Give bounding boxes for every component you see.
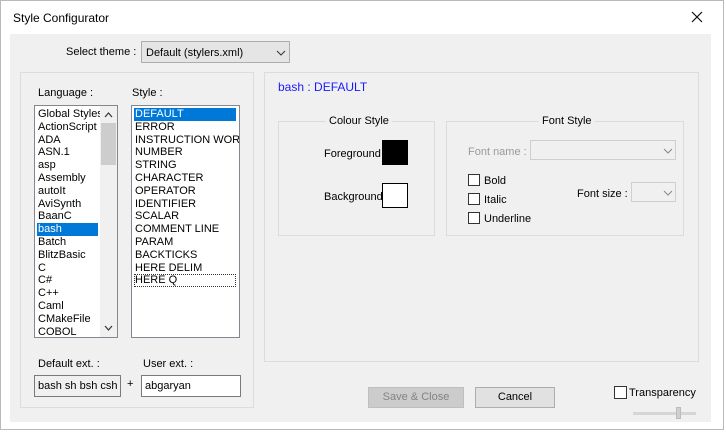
bold-checkbox[interactable] — [468, 174, 480, 186]
language-item[interactable]: Batch — [37, 236, 98, 249]
language-scrollbar[interactable] — [100, 106, 117, 337]
style-item[interactable]: HERE DELIM — [134, 262, 236, 275]
language-item[interactable]: BaanC — [37, 210, 98, 223]
panel-title: bash : DEFAULT — [278, 80, 368, 94]
chevron-down-icon — [663, 148, 673, 154]
style-list[interactable]: DEFAULT ERROR INSTRUCTION WORD NUMBER STRING… — [131, 105, 240, 338]
language-item[interactable]: C# — [37, 274, 98, 287]
style-item[interactable]: SCALAR — [134, 210, 236, 223]
transparency-checkbox[interactable] — [614, 386, 627, 399]
default-ext-label: Default ext. : — [38, 358, 100, 370]
language-item[interactable]: CMakeFile — [37, 313, 98, 326]
language-item[interactable]: Caml — [37, 300, 98, 313]
theme-dropdown-value: Default (stylers.xml) — [146, 47, 244, 59]
language-label: Language : — [38, 87, 94, 99]
font-name-label: Font name : — [468, 146, 527, 158]
style-item[interactable]: STRING — [134, 159, 236, 172]
transparency-slider-thumb[interactable] — [676, 407, 681, 419]
language-item[interactable]: asp — [37, 159, 98, 172]
font-name-dropdown[interactable] — [530, 140, 676, 160]
window-title: Style Configurator — [13, 11, 110, 25]
language-item[interactable]: ASN.1 — [37, 146, 98, 159]
style-item[interactable]: DEFAULT — [134, 108, 236, 121]
language-item[interactable]: ActionScript — [37, 121, 98, 134]
colour-style-title: Colour Style — [326, 115, 392, 127]
font-style-group — [446, 121, 684, 236]
language-scroll-thumb[interactable] — [101, 123, 116, 165]
transparency-slider-track[interactable] — [633, 412, 696, 415]
underline-label: Underline — [484, 213, 532, 225]
language-item[interactable]: autoIt — [37, 185, 98, 198]
theme-dropdown[interactable]: Default (stylers.xml) — [141, 41, 290, 63]
colour-style-group — [278, 121, 435, 236]
foreground-color-swatch[interactable] — [382, 140, 408, 165]
style-item[interactable]: NUMBER — [134, 146, 236, 159]
font-style-title: Font Style — [539, 115, 595, 127]
language-item[interactable]: Global Styles — [37, 108, 103, 121]
style-item[interactable]: ERROR — [134, 121, 236, 134]
background-label: Background — [324, 191, 383, 203]
background-color-swatch[interactable] — [382, 183, 408, 208]
foreground-label: Foreground — [324, 148, 381, 160]
style-item[interactable]: BACKTICKS — [134, 249, 236, 262]
language-item[interactable]: C — [37, 262, 98, 275]
language-item[interactable]: Assembly — [37, 172, 98, 185]
close-icon[interactable] — [687, 7, 707, 27]
font-size-dropdown[interactable] — [631, 182, 676, 202]
style-item[interactable]: CHARACTER — [134, 172, 236, 185]
cancel-button[interactable]: Cancel — [475, 387, 555, 408]
user-ext-field[interactable]: abgaryan — [141, 375, 241, 397]
underline-checkbox[interactable] — [468, 212, 480, 224]
italic-label: Italic — [484, 194, 507, 206]
plus-label: + — [127, 378, 134, 390]
language-item[interactable]: bash — [37, 223, 98, 237]
style-label: Style : — [132, 87, 163, 99]
default-ext-field: bash sh bsh csh b — [34, 375, 121, 397]
style-item[interactable]: COMMENT LINE — [134, 223, 236, 236]
style-item[interactable]: HERE Q — [134, 274, 236, 288]
style-item[interactable]: OPERATOR — [134, 185, 236, 198]
italic-checkbox[interactable] — [468, 193, 480, 205]
language-item[interactable]: C++ — [37, 287, 98, 300]
select-theme-label: Select theme : — [66, 46, 137, 58]
scroll-down-icon[interactable] — [104, 325, 113, 331]
language-item[interactable]: BlitzBasic — [37, 249, 98, 262]
language-item[interactable]: COBOL — [37, 326, 98, 337]
language-item[interactable]: AviSynth — [37, 198, 98, 211]
font-size-label: Font size : — [577, 188, 628, 200]
language-list[interactable]: Global Styles ActionScript ADA ASN.1 asp Asse… — [34, 105, 118, 338]
chevron-down-icon — [663, 190, 673, 196]
transparency-label: Transparency — [629, 387, 696, 399]
chevron-down-icon — [276, 50, 286, 56]
language-item[interactable]: ADA — [37, 134, 98, 147]
save-close-button[interactable]: Save & Close — [368, 387, 464, 408]
scroll-up-icon[interactable] — [104, 112, 113, 118]
style-item[interactable]: IDENTIFIER — [134, 198, 236, 211]
style-item[interactable]: PARAM — [134, 236, 236, 249]
style-item[interactable]: INSTRUCTION WORD — [134, 134, 239, 147]
bold-label: Bold — [484, 175, 507, 187]
user-ext-label: User ext. : — [143, 358, 194, 370]
